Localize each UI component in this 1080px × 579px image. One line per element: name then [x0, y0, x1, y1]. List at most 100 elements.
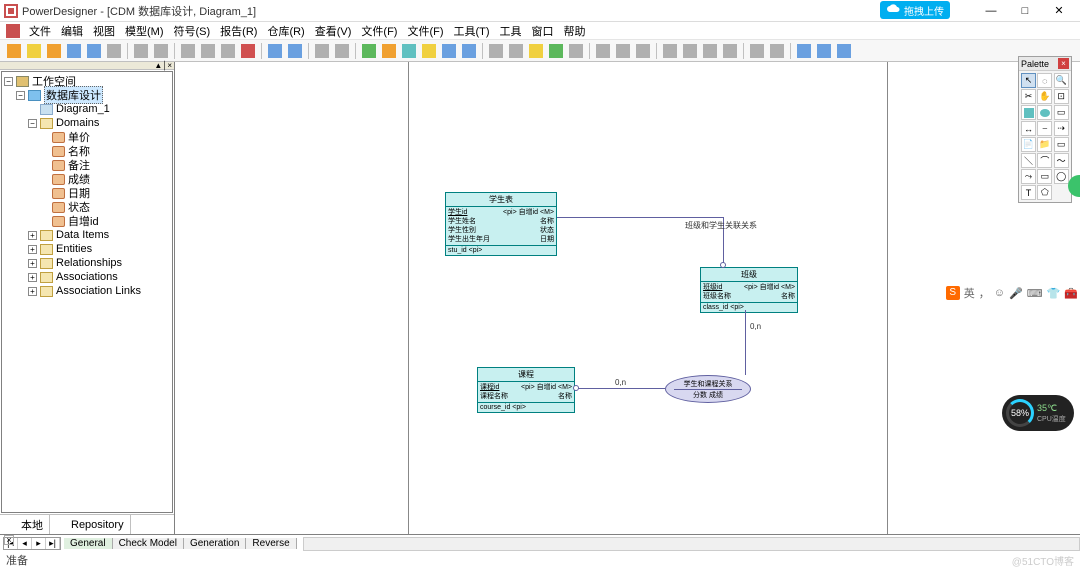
menu-file2[interactable]: 文件(F) — [356, 23, 402, 39]
tree-toggle[interactable]: + — [28, 231, 37, 240]
tool-rect-icon[interactable]: ▭ — [1037, 169, 1052, 184]
tree-toggle[interactable]: − — [28, 119, 37, 128]
palette-panel[interactable]: Palette × ↖ ◌ 🔍 ✂ ✋ ⊡ ▭ ↔ ⎯ ⇢ 📄 📁 ▭ ＼ ⌒ … — [1018, 56, 1072, 203]
mic-icon[interactable]: 🎤 — [1009, 287, 1023, 300]
menu-symbol[interactable]: 符号(S) — [169, 23, 216, 39]
tree-folder[interactable]: Associations — [56, 271, 118, 283]
view2-icon[interactable] — [815, 42, 833, 60]
ime-lang[interactable]: 英 — [964, 285, 975, 301]
tool-relationship-icon[interactable]: ↔ — [1021, 121, 1036, 136]
tree-toggle[interactable]: + — [28, 259, 37, 268]
toolbox-icon[interactable]: 🧰 — [1064, 287, 1078, 300]
merge-icon[interactable] — [460, 42, 478, 60]
tab-local[interactable]: 本地 — [0, 515, 50, 534]
tab-general[interactable]: General — [64, 538, 113, 549]
association-link[interactable] — [575, 388, 665, 389]
output-close-icon[interactable]: × — [4, 535, 14, 545]
tool-association-icon[interactable] — [1037, 105, 1052, 120]
paste-icon[interactable] — [219, 42, 237, 60]
align-right-icon[interactable] — [634, 42, 652, 60]
layout2-icon[interactable] — [681, 42, 699, 60]
tab-generation[interactable]: Generation — [184, 538, 246, 549]
menu-edit[interactable]: 编辑 — [56, 23, 88, 39]
pin-icon[interactable]: ▲│× — [154, 61, 172, 70]
diagram-canvas[interactable]: 学生表 学生id<pi> 自增id <M> 学生姓名名称 学生性别状态 学生出生… — [175, 62, 1080, 534]
tool-package-icon[interactable]: 📁 — [1037, 137, 1052, 152]
tool-cut-icon[interactable]: ✂ — [1021, 89, 1036, 104]
tool-zoom-icon[interactable]: 🔍 — [1054, 73, 1069, 88]
view3-icon[interactable] — [835, 42, 853, 60]
palette-header[interactable]: Palette × — [1019, 57, 1071, 71]
save-icon[interactable] — [65, 42, 83, 60]
tree-folder[interactable]: Data Items — [56, 229, 109, 241]
entity-student[interactable]: 学生表 学生id<pi> 自增id <M> 学生姓名名称 学生性别状态 学生出生… — [445, 192, 557, 256]
text-tool-icon[interactable] — [547, 42, 565, 60]
tab-repository[interactable]: Repository — [50, 515, 131, 534]
find-icon[interactable] — [152, 42, 170, 60]
save-all-icon[interactable] — [85, 42, 103, 60]
tree-folder[interactable]: Association Links — [56, 285, 141, 297]
close-button[interactable]: ✕ — [1042, 1, 1076, 21]
tree-domain-item[interactable]: 自增id — [68, 213, 99, 229]
tab-prev-icon[interactable]: ◂ — [18, 538, 32, 549]
grid1-icon[interactable] — [748, 42, 766, 60]
tree-toggle[interactable]: + — [28, 273, 37, 282]
tree-toggle[interactable]: + — [28, 245, 37, 254]
tree-folder[interactable]: Relationships — [56, 257, 122, 269]
tool-assoc-link-icon[interactable]: ⇢ — [1054, 121, 1069, 136]
maximize-button[interactable]: □ — [1008, 1, 1042, 21]
tool-inheritance-icon[interactable]: ▭ — [1054, 105, 1069, 120]
keyboard-icon[interactable]: ⌨ — [1027, 287, 1043, 300]
entity-course[interactable]: 课程 课程id<pi> 自增id <M> 课程名称名称 course_id <p… — [477, 367, 575, 413]
zoom-icon[interactable] — [313, 42, 331, 60]
association-link[interactable] — [745, 310, 746, 375]
tool-file-icon[interactable]: 📄 — [1021, 137, 1036, 152]
redo-icon[interactable] — [286, 42, 304, 60]
tree-domains[interactable]: Domains — [56, 117, 99, 129]
association-student-course[interactable]: 学生和课程关系 分数 成绩 — [665, 375, 751, 403]
tool-curve-icon[interactable]: ⤳ — [1021, 169, 1036, 184]
tree-view[interactable]: −工作空间 −数据库设计 Diagram_1 −Domains 单价 名称 备注… — [1, 71, 173, 513]
cpu-temp-widget[interactable]: 58% 35℃ CPU温度 — [1002, 395, 1074, 431]
tool-ellipse-icon[interactable]: ◯ — [1054, 169, 1069, 184]
view1-icon[interactable] — [795, 42, 813, 60]
menu-view2[interactable]: 查看(V) — [310, 23, 357, 39]
tree-toggle[interactable]: − — [4, 77, 13, 86]
horizontal-scrollbar[interactable] — [303, 537, 1080, 551]
menu-file[interactable]: 文件 — [24, 23, 56, 39]
ime-punct[interactable]: ， — [979, 285, 990, 301]
align-center-icon[interactable] — [614, 42, 632, 60]
compare-icon[interactable] — [440, 42, 458, 60]
pencil-icon[interactable] — [527, 42, 545, 60]
tab-check-model[interactable]: Check Model — [113, 538, 184, 549]
font-icon[interactable] — [567, 42, 585, 60]
tab-next-icon[interactable]: ▸ — [32, 538, 46, 549]
undo-icon[interactable] — [266, 42, 284, 60]
menu-tools[interactable]: 工具(T) — [449, 23, 495, 39]
tool-grabber-icon[interactable]: ✋ — [1037, 89, 1052, 104]
minimize-button[interactable]: — — [974, 1, 1008, 21]
tree-toggle[interactable]: + — [28, 287, 37, 296]
tab-last-icon[interactable]: ▸| — [46, 538, 60, 549]
check-icon[interactable] — [360, 42, 378, 60]
db-icon[interactable] — [400, 42, 418, 60]
menu-report[interactable]: 报告(R) — [215, 23, 262, 39]
grid2-icon[interactable] — [768, 42, 786, 60]
delete-icon[interactable] — [239, 42, 257, 60]
tool-zoom-area-icon[interactable]: ⊡ — [1054, 89, 1069, 104]
tab-reverse[interactable]: Reverse — [246, 538, 296, 549]
menu-help[interactable]: 帮助 — [559, 23, 591, 39]
tool-pointer-icon[interactable]: ↖ — [1021, 73, 1036, 88]
skin-icon[interactable]: 👕 — [1047, 287, 1061, 300]
upload-button[interactable]: 拖拽上传 — [880, 1, 950, 19]
open-icon[interactable] — [25, 42, 43, 60]
align-left-icon[interactable] — [594, 42, 612, 60]
layout1-icon[interactable] — [661, 42, 679, 60]
cut-icon[interactable] — [179, 42, 197, 60]
emoji-icon[interactable]: ☺ — [994, 287, 1005, 299]
tool-note-icon[interactable]: ▭ — [1054, 137, 1069, 152]
tree-model[interactable]: 数据库设计 — [44, 86, 103, 104]
attr-icon[interactable] — [487, 42, 505, 60]
tool-link-icon[interactable]: ⎯ — [1037, 121, 1052, 136]
menu-window[interactable]: 窗口 — [527, 23, 559, 39]
